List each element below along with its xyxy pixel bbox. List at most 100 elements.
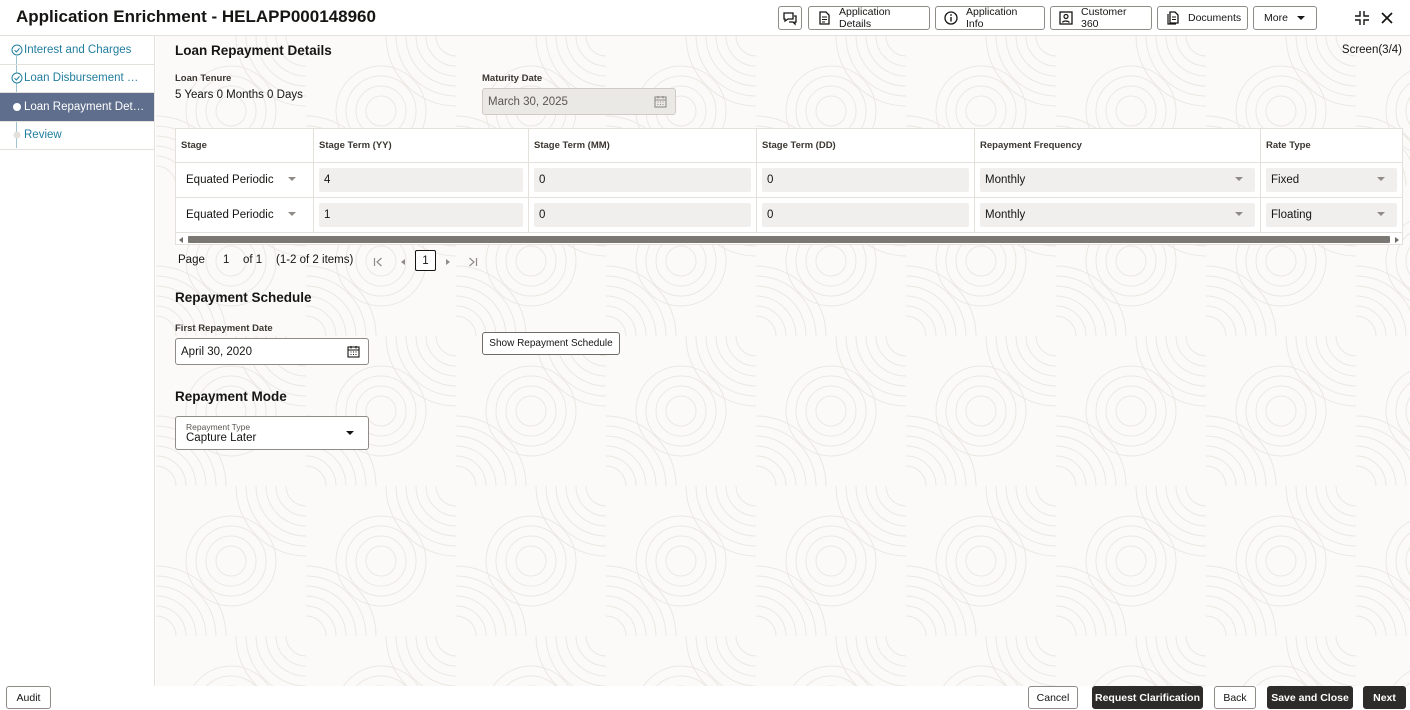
customer-360-label: Customer 360 xyxy=(1081,6,1127,30)
repayment-type-label: Repayment Type xyxy=(186,422,251,432)
stage-select[interactable]: Equated Periodic xyxy=(181,168,308,192)
rate-type-select[interactable]: Fixed xyxy=(1266,168,1397,192)
rate-type-select[interactable]: Floating xyxy=(1266,203,1397,227)
table-row-2-term-yy: 1 xyxy=(314,198,529,233)
section-title: Loan Repayment Details xyxy=(175,43,332,58)
chat-button[interactable] xyxy=(778,6,802,30)
check-icon xyxy=(11,44,23,56)
next-page-icon xyxy=(446,259,450,265)
column-header-stage-term-yy: Stage Term (YY) xyxy=(314,129,529,163)
column-header-rate-type: Rate Type xyxy=(1261,129,1402,163)
stage-term-mm-input[interactable]: 0 xyxy=(534,168,751,192)
stage-term-yy-input[interactable]: 4 xyxy=(319,168,523,192)
sidebar-item-label: Loan Repayment Details xyxy=(24,101,146,113)
cancel-button[interactable]: Cancel xyxy=(1028,686,1078,709)
chevron-down-icon xyxy=(288,212,296,216)
first-repayment-date-label: First Repayment Date xyxy=(175,323,273,334)
previous-page-button[interactable] xyxy=(396,255,410,269)
next-button[interactable]: Next xyxy=(1363,686,1406,709)
screen-indicator: Screen(3/4) xyxy=(1341,44,1402,56)
horizontal-scrollbar[interactable] xyxy=(176,234,1402,244)
stage-term-dd-input[interactable]: 0 xyxy=(762,168,969,192)
frequency-value: Monthly xyxy=(985,174,1026,186)
customer-360-button[interactable]: Customer 360 xyxy=(1050,6,1152,30)
chevron-down-icon xyxy=(1235,177,1243,181)
show-repayment-schedule-button[interactable]: Show Repayment Schedule xyxy=(482,332,620,355)
repayment-frequency-select[interactable]: Monthly xyxy=(980,168,1255,192)
sidebar-item-review[interactable]: Review xyxy=(0,121,154,149)
table-row-2-term-mm: 0 xyxy=(529,198,757,233)
table-row-1-stage: Equated Periodic xyxy=(176,163,314,198)
table-row-1-term-mm: 0 xyxy=(529,163,757,198)
rate-type-value: Fixed xyxy=(1271,174,1300,186)
sidebar-item-loan-disbursement-details[interactable]: Loan Disbursement Details xyxy=(0,64,154,92)
chat-icon xyxy=(783,12,797,26)
more-button[interactable]: More xyxy=(1253,6,1317,30)
back-button[interactable]: Back xyxy=(1214,686,1256,709)
application-details-button[interactable]: Application Details xyxy=(808,6,930,30)
pagination-page-input[interactable]: 1 xyxy=(223,254,229,266)
first-page-button[interactable] xyxy=(371,255,385,269)
next-page-button[interactable] xyxy=(441,255,455,269)
repayment-type-select[interactable]: Repayment Type Capture Later xyxy=(175,416,369,450)
table-row-2-stage: Equated Periodic xyxy=(176,198,314,233)
sidebar-item-interest-and-charges[interactable]: Interest and Charges xyxy=(0,36,154,64)
check-icon xyxy=(11,72,23,84)
maturity-date-value: March 30, 2025 xyxy=(488,95,568,108)
current-step-icon xyxy=(11,101,23,113)
documents-button[interactable]: Documents xyxy=(1157,6,1248,30)
loan-tenure-value: 5 Years 0 Months 0 Days xyxy=(175,89,303,101)
first-repayment-date-field[interactable]: April 30, 2020 xyxy=(175,338,369,365)
scroll-left-icon[interactable] xyxy=(179,237,183,243)
repayment-frequency-select[interactable]: Monthly xyxy=(980,203,1255,227)
table-row-2-term-dd: 0 xyxy=(757,198,975,233)
save-and-close-button[interactable]: Save and Close xyxy=(1267,686,1353,709)
pending-step-icon xyxy=(11,129,23,141)
last-page-button[interactable] xyxy=(466,255,480,269)
current-page-button[interactable]: 1 xyxy=(415,250,436,271)
documents-icon xyxy=(1167,11,1179,25)
stage-select[interactable]: Equated Periodic xyxy=(181,203,308,227)
sidebar-item-label: Interest and Charges xyxy=(24,44,132,56)
column-header-stage-term-dd: Stage Term (DD) xyxy=(757,129,975,163)
pagination-items-count: (1-2 of 2 items) xyxy=(276,254,354,266)
table-row-1-frequency: Monthly xyxy=(975,163,1261,198)
chevron-down-icon xyxy=(288,177,296,181)
application-info-label: Application Info xyxy=(966,6,1018,30)
chevron-down-icon xyxy=(1235,212,1243,216)
stage-value: Equated Periodic xyxy=(186,209,274,221)
collapse-button[interactable] xyxy=(1353,9,1371,27)
info-icon xyxy=(944,11,958,25)
application-details-label: Application Details xyxy=(839,6,891,30)
frequency-value: Monthly xyxy=(985,209,1026,221)
close-button[interactable] xyxy=(1378,9,1396,27)
table-row-2-frequency: Monthly xyxy=(975,198,1261,233)
column-header-stage: Stage xyxy=(176,129,314,163)
application-info-button[interactable]: Application Info xyxy=(935,6,1045,30)
divider xyxy=(0,149,154,150)
first-page-icon xyxy=(373,257,382,267)
stepper-sidebar: Interest and Charges Loan Disbursement D… xyxy=(0,36,155,686)
chevron-down-icon xyxy=(1377,177,1385,181)
table-row-1-term-yy: 4 xyxy=(314,163,529,198)
stage-term-yy-input[interactable]: 1 xyxy=(319,203,523,227)
repayment-type-value: Capture Later xyxy=(186,432,257,444)
sidebar-item-label: Review xyxy=(24,129,62,141)
pagination-of-label: of 1 xyxy=(243,254,263,266)
collapse-icon xyxy=(1355,11,1369,25)
documents-label: Documents xyxy=(1188,12,1242,24)
close-icon xyxy=(1381,12,1393,24)
scrollbar-thumb[interactable] xyxy=(188,236,1390,243)
sidebar-item-loan-repayment-details[interactable]: Loan Repayment Details xyxy=(0,93,154,121)
column-header-stage-term-mm: Stage Term (MM) xyxy=(529,129,757,163)
footer-bar: Audit Cancel Request Clarification Back … xyxy=(0,686,1410,710)
stage-term-dd-input[interactable]: 0 xyxy=(762,203,969,227)
scroll-right-icon[interactable] xyxy=(1395,237,1399,243)
stage-term-mm-input[interactable]: 0 xyxy=(534,203,751,227)
column-header-repayment-frequency: Repayment Frequency xyxy=(975,129,1261,163)
loan-tenure-label: Loan Tenure xyxy=(175,73,232,84)
audit-button[interactable]: Audit xyxy=(6,686,51,709)
calendar-icon[interactable] xyxy=(347,345,360,358)
table-row-1-rate-type: Fixed xyxy=(1261,163,1402,198)
request-clarification-button[interactable]: Request Clarification xyxy=(1092,686,1203,709)
